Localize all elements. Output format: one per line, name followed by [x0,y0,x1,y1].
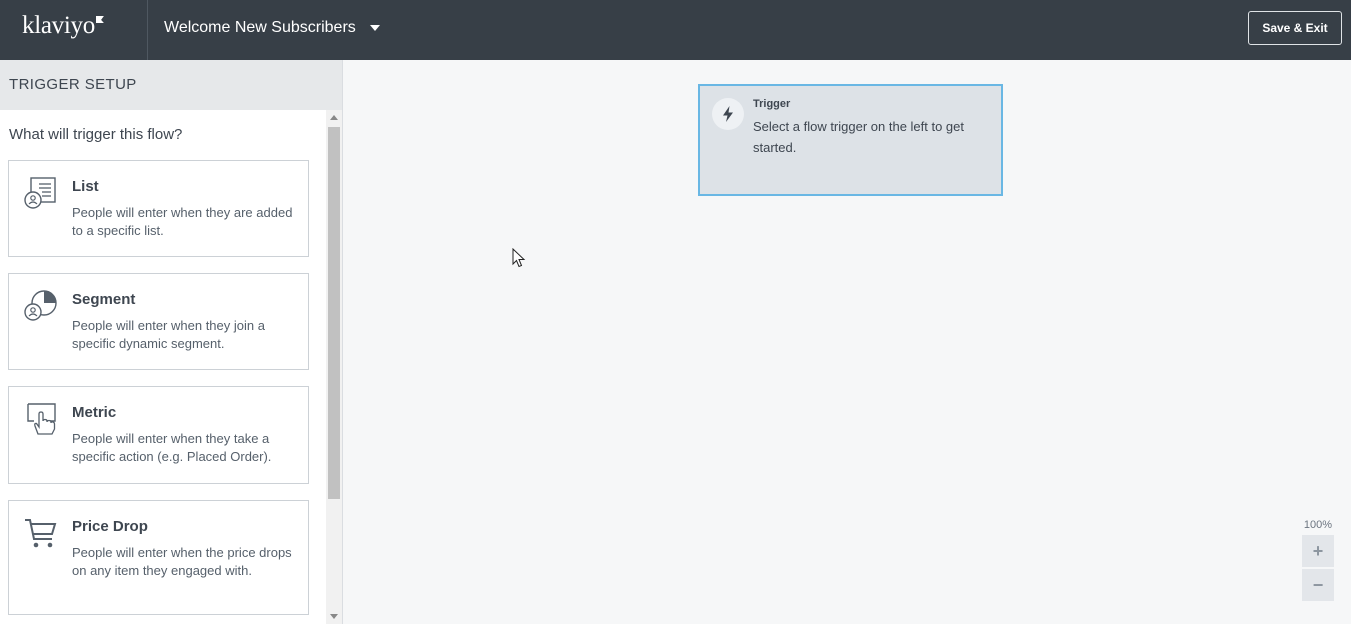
trigger-node-label: Trigger [753,98,791,110]
trigger-title: List [72,178,99,195]
top-bar: klaviyo Welcome New Subscribers Save & E… [0,0,1351,60]
trigger-option-list[interactable]: List People will enter when they are add… [8,160,309,257]
save-exit-button[interactable]: Save & Exit [1248,11,1342,45]
trigger-question: What will trigger this flow? [9,126,183,143]
flow-name: Welcome New Subscribers [164,19,356,36]
trigger-title: Price Drop [72,518,148,535]
trigger-node[interactable]: Trigger Select a flow trigger on the lef… [698,84,1003,196]
trigger-setup-sidebar: TRIGGER SETUP What will trigger this flo… [0,60,343,624]
shopping-cart-icon [25,519,57,548]
trigger-option-metric[interactable]: Metric People will enter when they take … [8,386,309,484]
trigger-description: People will enter when they are added to… [72,205,293,238]
zoom-in-button[interactable]: + [1302,535,1334,567]
flow-canvas[interactable]: Trigger Select a flow trigger on the lef… [343,60,1351,624]
logo-text: klaviyo [22,12,95,39]
sidebar-header: TRIGGER SETUP [0,60,342,110]
header-divider [147,0,148,60]
trigger-description: People will enter when they take a speci… [72,431,272,464]
zoom-out-button[interactable]: − [1302,569,1334,601]
caret-down-icon [369,25,380,31]
hand-pointer-icon [27,403,56,435]
segment-pie-icon [24,290,57,321]
logo-flag-icon [95,16,104,23]
zoom-level: 100% [1303,519,1333,531]
sidebar-scrollbar[interactable] [326,110,342,624]
list-person-icon [24,177,56,209]
mouse-cursor-icon [512,248,526,268]
lightning-bolt-icon [723,106,733,122]
trigger-option-price-drop[interactable]: Price Drop People will enter when the pr… [8,500,309,615]
sidebar-title: TRIGGER SETUP [9,76,137,93]
trigger-option-segment[interactable]: Segment People will enter when they join… [8,273,309,370]
trigger-description: People will enter when the price drops o… [72,545,292,578]
scrollbar-thumb[interactable] [328,127,340,499]
trigger-title: Segment [72,291,136,308]
klaviyo-logo[interactable]: klaviyo [22,12,104,42]
trigger-node-description: Select a flow trigger on the left to get… [753,119,965,155]
trigger-title: Metric [72,404,117,421]
trigger-description: People will enter when they join a speci… [72,318,265,351]
node-icon-circle [712,98,744,130]
flow-name-dropdown[interactable]: Welcome New Subscribers [164,0,380,56]
scroll-up-arrow-icon[interactable] [330,115,338,120]
scroll-down-arrow-icon[interactable] [330,614,338,619]
